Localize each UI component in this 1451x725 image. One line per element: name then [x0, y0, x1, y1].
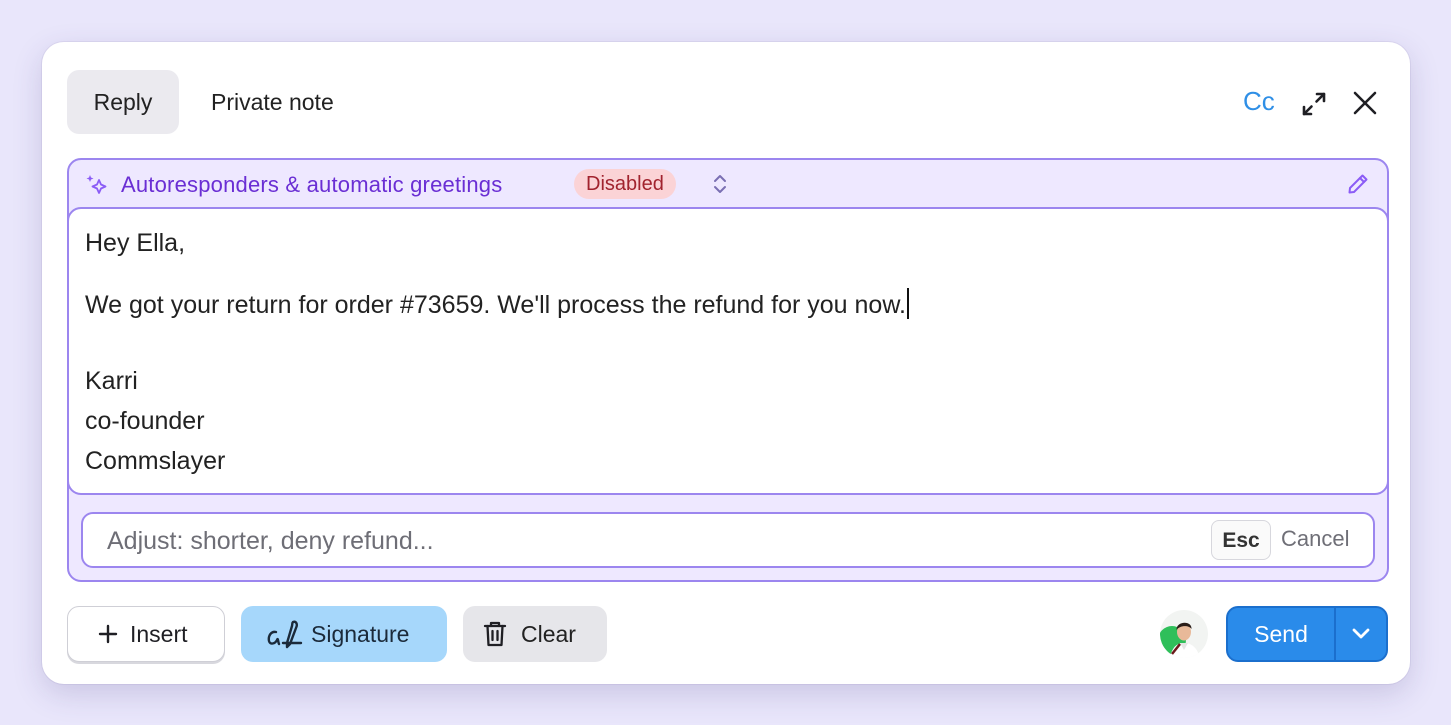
chevron-up-down-icon[interactable]: [710, 172, 730, 196]
plus-icon: [98, 624, 118, 644]
sparkle-icon: [86, 175, 107, 194]
send-button[interactable]: Send: [1228, 608, 1334, 660]
chevron-down-icon[interactable]: [1336, 608, 1386, 660]
send-button-group: Send: [1226, 606, 1388, 662]
signature-button[interactable]: Signature: [241, 606, 447, 662]
reply-composer: Reply Private note Cc Autoresponders & a…: [42, 42, 1410, 684]
insert-button[interactable]: Insert: [67, 606, 225, 662]
adjust-prompt: Esc Cancel: [81, 512, 1375, 568]
message-greeting: Hey Ella,: [85, 229, 186, 257]
tab-reply[interactable]: Reply: [67, 70, 179, 134]
adjust-input[interactable]: [107, 524, 1167, 558]
ai-draft-panel: Autoresponders & automatic greetings Dis…: [67, 158, 1389, 582]
esc-key-hint: Esc: [1211, 520, 1271, 560]
signature-company: Commslayer: [85, 447, 226, 475]
trash-icon: [483, 621, 507, 647]
clear-label: Clear: [521, 621, 576, 647]
cancel-button[interactable]: Cancel: [1281, 526, 1349, 552]
avatar[interactable]: [1160, 610, 1208, 658]
signature-pen-icon: [267, 620, 303, 649]
status-badge: Disabled: [574, 169, 676, 199]
message-editor[interactable]: Hey Ella, We got your return for order #…: [67, 207, 1389, 495]
text-caret: [906, 288, 909, 319]
tab-private-note[interactable]: Private note: [211, 70, 334, 134]
signature-label: Signature: [311, 621, 410, 647]
message-body: We got your return for order #73659. We'…: [85, 291, 906, 319]
expand-icon[interactable]: [1298, 88, 1330, 120]
pencil-icon[interactable]: [1346, 172, 1370, 196]
close-icon[interactable]: [1350, 88, 1380, 118]
message-body-line: We got your return for order #73659. We'…: [85, 288, 909, 320]
autoresponder-bar: Autoresponders & automatic greetings Dis…: [69, 160, 1387, 208]
message-signature: Karri co-founder Commslayer: [85, 361, 225, 481]
cc-button[interactable]: Cc: [1243, 86, 1275, 117]
insert-label: Insert: [130, 621, 188, 647]
autoresponder-title[interactable]: Autoresponders & automatic greetings: [121, 172, 502, 198]
signature-role: co-founder: [85, 407, 205, 435]
signature-name: Karri: [85, 367, 138, 395]
clear-button[interactable]: Clear: [463, 606, 607, 662]
